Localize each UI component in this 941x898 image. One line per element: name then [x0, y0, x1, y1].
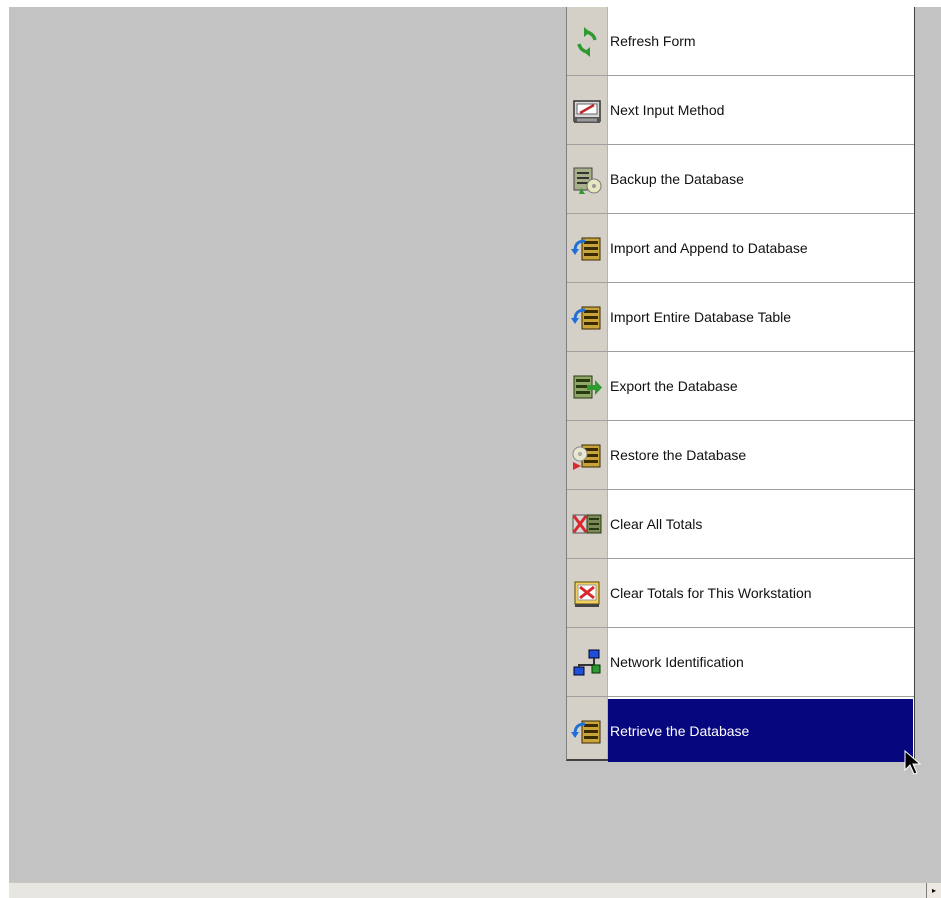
refresh-icon	[577, 26, 597, 57]
menu-item-label: Clear Totals for This Workstation	[610, 585, 812, 601]
menu-item-label: Next Input Method	[610, 102, 725, 118]
menu-item-next-input-method[interactable]: Next Input Method	[567, 76, 914, 145]
retrieve-icon	[571, 720, 601, 743]
backup-icon	[573, 167, 602, 194]
import-icon	[571, 237, 601, 260]
menu-item-label: Network Identification	[610, 654, 744, 670]
menu-item-label: Import Entire Database Table	[610, 309, 792, 325]
import-icon	[571, 306, 601, 329]
menu-item-clear-all-totals[interactable]: Clear All Totals	[567, 490, 914, 559]
menu-item-label: Refresh Form	[610, 33, 696, 49]
menu-item-network-identification[interactable]: Network Identification	[567, 628, 914, 697]
scroll-right-arrow-icon: ▸	[931, 886, 936, 895]
context-menu: Refresh Form Next Input Method Backup th…	[566, 7, 915, 762]
menu-item-restore-database[interactable]: Restore the Database	[567, 421, 914, 490]
horizontal-scrollbar[interactable]: ▸	[9, 882, 941, 898]
menu-item-label: Import and Append to Database	[610, 240, 808, 256]
clear-all-icon	[572, 514, 602, 533]
menu-item-clear-workstation-totals[interactable]: Clear Totals for This Workstation	[567, 559, 914, 628]
menu-item-export-database[interactable]: Export the Database	[567, 352, 914, 421]
menu-item-label: Restore the Database	[610, 447, 747, 463]
network-icon	[573, 649, 601, 675]
menu-item-import-append[interactable]: Import and Append to Database	[567, 214, 914, 283]
menu-item-label: Export the Database	[610, 378, 738, 394]
menu-item-retrieve-database[interactable]: Retrieve the Database	[567, 697, 914, 766]
menu-item-label: Backup the Database	[610, 171, 744, 187]
menu-item-backup-database[interactable]: Backup the Database	[567, 145, 914, 214]
input-method-icon	[573, 99, 601, 123]
restore-icon	[572, 444, 601, 470]
menu-item-refresh-form[interactable]: Refresh Form	[567, 7, 914, 76]
scroll-right-button[interactable]: ▸	[926, 883, 941, 898]
mouse-pointer-icon	[904, 750, 922, 775]
menu-item-label: Clear All Totals	[610, 516, 703, 532]
export-icon	[573, 375, 602, 398]
menu-item-import-entire-table[interactable]: Import Entire Database Table	[567, 283, 914, 352]
menu-item-label: Retrieve the Database	[610, 723, 750, 739]
clear-workstation-icon	[574, 581, 600, 607]
